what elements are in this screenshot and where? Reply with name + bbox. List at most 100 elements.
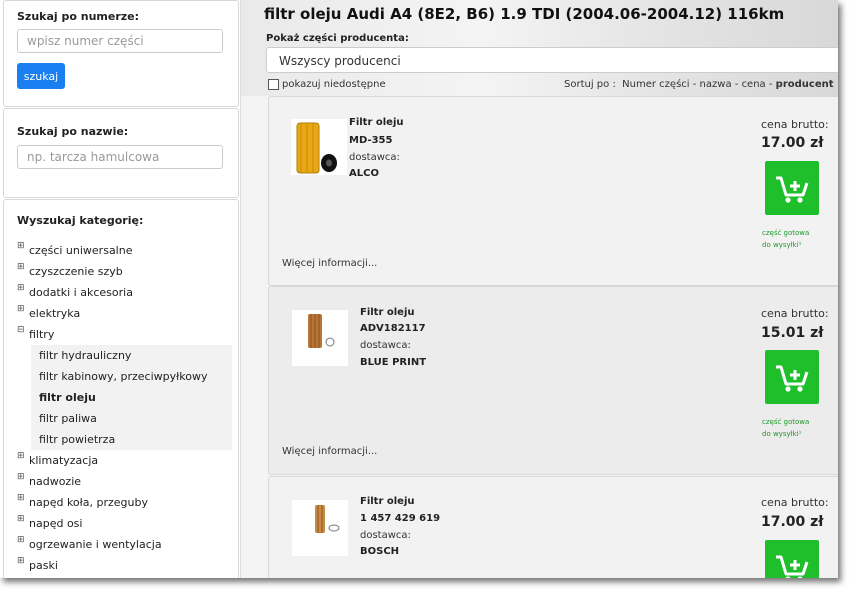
category-label: ogrzewanie i wentylacja xyxy=(29,538,162,551)
product-image xyxy=(292,500,348,556)
category-item[interactable]: ⊞ elektryka xyxy=(17,303,232,324)
category-label: czyszczenie szyb xyxy=(29,265,123,278)
ready-line: do wysyłki¹ xyxy=(762,241,802,249)
part-number-input[interactable] xyxy=(17,29,223,53)
supplier-name: BOSCH xyxy=(360,546,400,557)
category-item[interactable]: ⊞ części uniwersalne xyxy=(17,240,232,261)
product-code: 1 457 429 619 xyxy=(360,513,441,524)
plus-icon: ⊞ xyxy=(17,262,25,272)
cart-plus-icon xyxy=(776,555,809,578)
product-image xyxy=(292,310,348,366)
subcategory-item[interactable]: filtr powietrza xyxy=(39,429,232,450)
minus-icon: ⊟ xyxy=(17,325,25,335)
ready-to-ship-note: część gotowa do wysyłki¹ xyxy=(762,416,832,440)
ready-line: część gotowa xyxy=(762,229,810,237)
sort-by-price[interactable]: cena xyxy=(742,79,766,90)
category-item[interactable]: ⊞ ogrzewanie i wentylacja xyxy=(17,534,232,555)
sort-separator: - xyxy=(768,79,773,90)
plus-icon: ⊞ xyxy=(17,535,25,545)
show-unavailable-label: pokazuj niedostępne xyxy=(282,79,386,90)
product-card: Filtr oleju ADV182117 dostawca: BLUE PRI… xyxy=(268,286,838,475)
ready-to-ship-note: część gotowa do wysyłki¹ xyxy=(762,227,832,251)
category-item-filtry[interactable]: ⊟ filtry xyxy=(17,324,232,345)
add-to-cart-button[interactable] xyxy=(765,540,819,578)
category-item[interactable]: ⊞ nadwozie xyxy=(17,471,232,492)
page-title: filtr oleju Audi A4 (8E2, B6) 1.9 TDI (2… xyxy=(264,5,785,23)
product-code: ADV182117 xyxy=(360,323,426,334)
sidebar: Szukaj po numerze: szukaj Szukaj po nazw… xyxy=(0,0,241,578)
plus-icon: ⊞ xyxy=(17,493,25,503)
search-by-number-title: Szukaj po numerze: xyxy=(17,10,140,23)
search-by-name-box: Szukaj po nazwie: xyxy=(3,108,239,198)
product-name: Filtr oleju xyxy=(349,117,404,128)
product-card: Filtr oleju MD-355 dostawca: ALCO cena b… xyxy=(268,96,838,286)
sort-bar: Sortuj po : Numer części - nazwa - cena … xyxy=(564,79,834,90)
sort-separator: - xyxy=(692,79,697,90)
subcategory-item[interactable]: filtr hydrauliczny xyxy=(39,345,232,366)
category-label: elektryka xyxy=(29,307,81,320)
add-to-cart-button[interactable] xyxy=(765,161,819,215)
supplier-label: dostawca: xyxy=(360,340,411,351)
subcategory-item-active[interactable]: filtr oleju xyxy=(39,387,232,408)
category-label: nadwozie xyxy=(29,475,82,488)
sort-by-number[interactable]: Numer części xyxy=(622,79,689,90)
category-item[interactable]: ⊞ napęd koła, przeguby xyxy=(17,492,232,513)
supplier-name: ALCO xyxy=(349,168,379,179)
plus-icon: ⊞ xyxy=(17,283,25,293)
category-item[interactable]: ⊞ napęd osi xyxy=(17,513,232,534)
product-code: MD-355 xyxy=(349,135,393,146)
sort-by-producer[interactable]: producent xyxy=(776,79,834,90)
plus-icon: ⊞ xyxy=(17,304,25,314)
category-label: części uniwersalne xyxy=(29,244,133,257)
category-item[interactable]: ⊞ czyszczenie szyb xyxy=(17,261,232,282)
sort-separator: - xyxy=(734,79,739,90)
ready-line: część gotowa xyxy=(762,418,810,426)
add-to-cart-button[interactable] xyxy=(765,350,819,404)
plus-icon: ⊞ xyxy=(17,451,25,461)
search-button[interactable]: szukaj xyxy=(17,63,65,89)
sort-by-name[interactable]: nazwa xyxy=(700,79,732,90)
product-price: 17.00 zł xyxy=(761,514,824,530)
price-label: cena brutto: xyxy=(761,496,829,509)
product-price: 17.00 zł xyxy=(761,135,824,151)
price-label: cena brutto: xyxy=(761,118,829,131)
supplier-label: dostawca: xyxy=(349,152,400,163)
product-card: Filtr oleju 1 457 429 619 dostawca: BOSC… xyxy=(268,476,838,578)
plus-icon: ⊞ xyxy=(17,556,25,566)
plus-icon: ⊞ xyxy=(17,514,25,524)
show-unavailable-toggle[interactable]: pokazuj niedostępne xyxy=(268,79,386,90)
category-item[interactable]: ⊞ klimatyzacja xyxy=(17,450,232,471)
category-label: filtry xyxy=(29,328,55,341)
producer-filter-label: Pokaż części producenta: xyxy=(266,33,409,44)
category-box: Wyszukaj kategorię: ⊞ części uniwersalne … xyxy=(3,199,239,578)
category-label: paski xyxy=(29,559,58,572)
category-label: napęd koła, przeguby xyxy=(29,496,149,509)
search-by-number-box: Szukaj po numerze: szukaj xyxy=(3,0,239,107)
sort-label: Sortuj po : xyxy=(564,79,616,90)
category-title: Wyszukaj kategorię: xyxy=(17,214,144,227)
more-info-link[interactable]: Więcej informacji... xyxy=(282,446,377,457)
product-name: Filtr oleju xyxy=(360,496,415,507)
product-name: Filtr oleju xyxy=(360,307,415,318)
category-item[interactable]: ⊞ paski xyxy=(17,555,232,576)
product-image xyxy=(291,119,347,175)
subcategory-item[interactable]: filtr paliwa xyxy=(39,408,232,429)
category-label: napęd osi xyxy=(29,517,83,530)
price-label: cena brutto: xyxy=(761,307,829,320)
category-item[interactable]: ⊞ dodatki i akcesoria xyxy=(17,282,232,303)
browser-viewport: Szukaj po numerze: szukaj Szukaj po nazw… xyxy=(0,0,838,578)
category-tree: ⊞ części uniwersalne ⊞ czyszczenie szyb ⊞ d… xyxy=(17,240,232,576)
part-name-input[interactable] xyxy=(17,145,223,169)
category-label: klimatyzacja xyxy=(29,454,99,467)
plus-icon: ⊞ xyxy=(17,241,25,251)
ready-line: do wysyłki¹ xyxy=(762,430,802,438)
supplier-label: dostawca: xyxy=(360,530,411,541)
subcategory-item[interactable]: filtr kabinowy, przeciwpyłkowy xyxy=(39,366,232,387)
cart-plus-icon xyxy=(776,365,809,392)
checkbox[interactable] xyxy=(268,79,279,90)
more-info-link[interactable]: Więcej informacji... xyxy=(282,258,377,269)
supplier-name: BLUE PRINT xyxy=(360,357,427,368)
search-by-name-title: Szukaj po nazwie: xyxy=(17,125,129,138)
producer-select[interactable]: Wszyscy producenci xyxy=(266,47,838,73)
main-content: filtr oleju Audi A4 (8E2, B6) 1.9 TDI (2… xyxy=(241,0,838,578)
